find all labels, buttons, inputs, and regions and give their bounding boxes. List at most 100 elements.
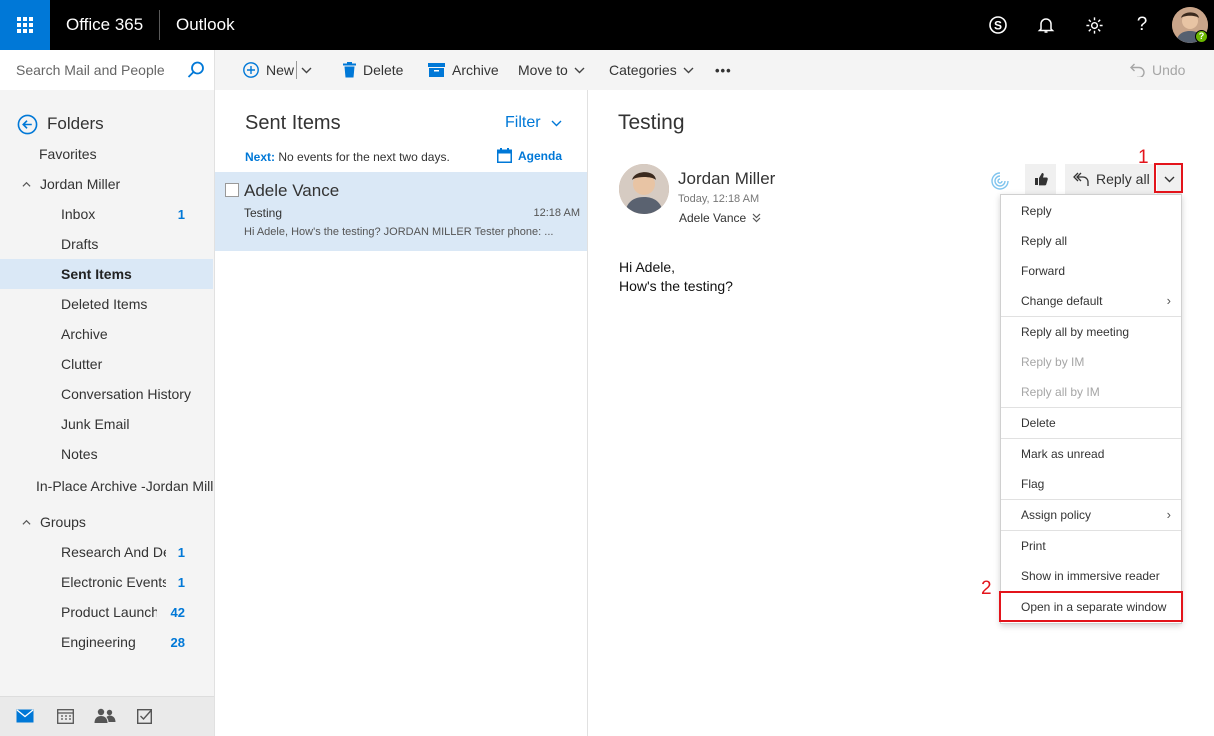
menu-item-assign-policy[interactable]: Assign policy ›: [1001, 500, 1181, 530]
next-events-line: Next: No events for the next two days.: [245, 150, 450, 164]
reply-all-label: Reply all: [1096, 171, 1150, 187]
loading-indicator: [989, 170, 1011, 192]
menu-item-label: Reply: [1021, 204, 1052, 218]
next-text: No events for the next two days.: [278, 150, 450, 164]
agenda-button[interactable]: Agenda: [497, 148, 562, 163]
people-module-button[interactable]: [89, 700, 121, 732]
search-input[interactable]: [16, 60, 176, 80]
filter-label: Filter: [505, 114, 541, 131]
folder-notes[interactable]: Notes: [0, 439, 213, 469]
notifications-button[interactable]: [1022, 0, 1070, 50]
like-button[interactable]: [1025, 164, 1056, 194]
folder-inbox[interactable]: Inbox 1: [0, 199, 213, 229]
skype-button[interactable]: S: [974, 0, 1022, 50]
archive-mailbox-label: In-Place Archive -Jordan Mille: [36, 478, 213, 494]
folder-clutter[interactable]: Clutter: [0, 349, 213, 379]
more-commands-button[interactable]: •••: [715, 50, 732, 90]
menu-item-flag[interactable]: Flag: [1001, 469, 1181, 499]
menu-item-label: Forward: [1021, 264, 1066, 278]
delete-button[interactable]: Delete: [343, 50, 403, 90]
menu-item-label: Delete: [1021, 416, 1056, 430]
archive-button[interactable]: Archive: [428, 50, 499, 90]
menu-item-forward[interactable]: Forward: [1001, 256, 1181, 286]
delete-label: Delete: [363, 62, 404, 78]
tasks-module-button[interactable]: [129, 700, 161, 732]
settings-button[interactable]: [1070, 0, 1118, 50]
favorites-item[interactable]: Favorites: [0, 139, 213, 169]
chevron-right-icon: ›: [1166, 293, 1171, 308]
folder-label: Clutter: [61, 356, 103, 372]
menu-item-label: Reply by IM: [1021, 355, 1085, 369]
menu-item-reply[interactable]: Reply: [1001, 196, 1181, 226]
help-button[interactable]: ?: [1118, 0, 1166, 50]
archive-mailbox-item[interactable]: In-Place Archive -Jordan Mille: [0, 471, 213, 501]
reply-all-icon: [1073, 172, 1089, 187]
recipient-name: Adele Vance: [679, 211, 747, 225]
back-arrow-icon: [17, 114, 38, 135]
tasks-icon: [137, 708, 153, 724]
group-item[interactable]: Engineering 28: [0, 627, 213, 657]
menu-item-reply-all[interactable]: Reply all: [1001, 226, 1181, 256]
svg-text:S: S: [994, 19, 1002, 33]
move-to-button[interactable]: Move to: [518, 50, 585, 90]
new-button[interactable]: New: [243, 50, 294, 90]
folder-label: Notes: [61, 446, 98, 462]
mail-module-button[interactable]: [9, 700, 41, 732]
sender-avatar[interactable]: [619, 164, 669, 214]
group-count: 42: [170, 604, 185, 620]
suite-name[interactable]: Office 365: [66, 0, 143, 50]
gear-icon: [1085, 16, 1104, 35]
groups-node[interactable]: Groups: [0, 507, 213, 537]
categories-button[interactable]: Categories: [609, 50, 694, 90]
menu-item-delete[interactable]: Delete: [1001, 408, 1181, 438]
brand-divider: [159, 10, 160, 40]
new-dropdown-button[interactable]: [301, 50, 317, 90]
app-name[interactable]: Outlook: [176, 0, 235, 50]
calendar-icon: [497, 148, 512, 163]
message-body: Hi Adele, How's the testing?: [619, 258, 733, 296]
folder-drafts[interactable]: Drafts: [0, 229, 213, 259]
search-button[interactable]: [186, 60, 206, 80]
folder-junk-email[interactable]: Junk Email: [0, 409, 213, 439]
categories-label: Categories: [609, 62, 677, 78]
undo-button[interactable]: Undo: [1130, 50, 1185, 90]
annotation-step-2: 2: [981, 578, 992, 599]
group-item[interactable]: Product Launch E 42: [0, 597, 213, 627]
message-checkbox[interactable]: [225, 183, 239, 197]
calendar-module-button[interactable]: [49, 700, 81, 732]
unread-count: 1: [177, 206, 185, 222]
people-icon: [94, 708, 116, 724]
sent-datetime: Today, 12:18 AM: [678, 193, 760, 205]
menu-item-reply-by-im: Reply by IM: [1001, 347, 1181, 377]
menu-item-print[interactable]: Print: [1001, 531, 1181, 561]
folder-deleted-items[interactable]: Deleted Items: [0, 289, 213, 319]
menu-item-immersive-reader[interactable]: Show in immersive reader: [1001, 561, 1181, 591]
recipient-line[interactable]: Adele Vance: [679, 211, 761, 225]
group-label: Research And De: [61, 544, 166, 560]
app-launcher-button[interactable]: [0, 0, 50, 50]
sender-name[interactable]: Jordan Miller: [678, 169, 775, 189]
folder-sent-items[interactable]: Sent Items: [0, 259, 213, 289]
filter-button[interactable]: Filter: [505, 114, 562, 132]
menu-item-reply-all-by-meeting[interactable]: Reply all by meeting: [1001, 317, 1181, 347]
annotation-highlight-dropdown: [1154, 163, 1183, 193]
chevron-up-icon: [22, 518, 31, 527]
calendar-icon: [56, 708, 74, 724]
group-count: 1: [177, 544, 185, 560]
group-item[interactable]: Research And De 1: [0, 537, 213, 567]
folder-archive[interactable]: Archive: [0, 319, 213, 349]
menu-item-mark-as-unread[interactable]: Mark as unread: [1001, 439, 1181, 469]
account-node[interactable]: Jordan Miller: [0, 169, 213, 199]
double-chevron-down-icon: [752, 213, 761, 223]
message-recipient: Adele Vance: [244, 181, 340, 200]
archive-icon: [428, 63, 445, 77]
folder-label: Sent Items: [61, 266, 132, 282]
menu-item-change-default[interactable]: Change default ›: [1001, 286, 1181, 316]
next-label: Next:: [245, 150, 276, 164]
folder-conversation-history[interactable]: Conversation History: [0, 379, 213, 409]
group-item[interactable]: Electronic Events 1: [0, 567, 213, 597]
menu-item-label: Show in immersive reader: [1021, 569, 1160, 583]
menu-item-label: Assign policy: [1021, 508, 1092, 522]
account-label: Jordan Miller: [40, 176, 121, 192]
folders-header[interactable]: Folders: [17, 112, 197, 136]
